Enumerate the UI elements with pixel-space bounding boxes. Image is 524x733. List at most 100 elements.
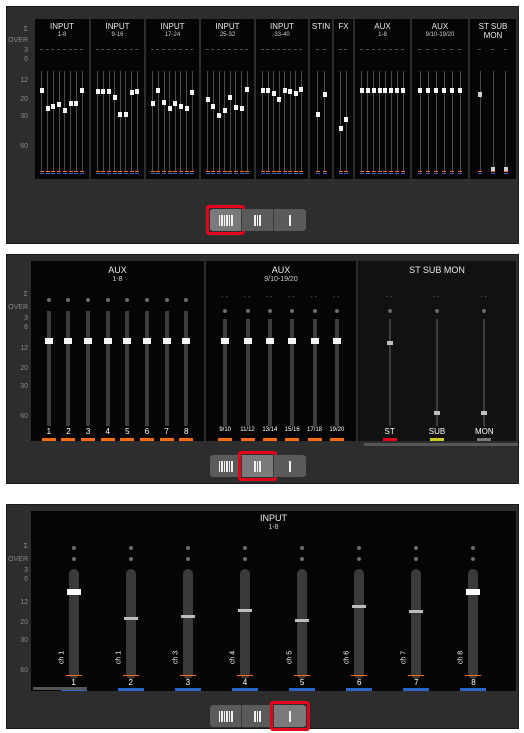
fader-knob[interactable]	[57, 101, 62, 107]
fader-knob[interactable]	[409, 609, 424, 613]
channel-strip[interactable]	[371, 19, 376, 179]
aux-channel-strip[interactable]: 2	[61, 261, 76, 441]
channel-strip[interactable]	[458, 19, 462, 179]
fader-knob[interactable]	[184, 106, 189, 112]
fader-knob[interactable]	[221, 338, 230, 344]
fader-knob[interactable]	[162, 338, 171, 344]
fader-knob[interactable]	[222, 108, 227, 113]
input-channel-strip[interactable]: ch 6 6	[344, 511, 373, 691]
fader-knob[interactable]	[112, 94, 117, 100]
fader-knob[interactable]	[228, 94, 233, 100]
channel-strip[interactable]	[51, 19, 56, 179]
fader-knob[interactable]	[182, 338, 191, 344]
fader-knob[interactable]	[74, 100, 79, 106]
channel-strip[interactable]	[135, 19, 140, 179]
aux-channel-strip[interactable]: 6	[139, 261, 154, 441]
wide-view-button[interactable]	[206, 205, 245, 235]
fader-knob[interactable]	[389, 88, 394, 94]
fader-knob[interactable]	[332, 338, 341, 344]
fader-knob[interactable]	[64, 338, 73, 344]
channel-strip[interactable]	[222, 19, 227, 179]
fader-knob[interactable]	[44, 338, 53, 344]
fader-knob[interactable]	[295, 618, 310, 622]
fader-knob[interactable]	[322, 91, 327, 97]
channel-strip[interactable]	[282, 19, 287, 179]
channel-strip[interactable]	[205, 19, 210, 179]
channel-strip[interactable]	[101, 19, 106, 179]
channel-strip[interactable]	[478, 19, 483, 179]
fader-knob[interactable]	[265, 338, 274, 344]
channel-strip[interactable]	[217, 19, 222, 179]
channel-strip[interactable]	[107, 19, 112, 179]
fader-knob[interactable]	[352, 605, 367, 609]
fader-knob[interactable]	[288, 89, 293, 95]
channel-strip[interactable]	[62, 19, 67, 179]
fader-knob[interactable]	[401, 88, 406, 94]
fader-knob[interactable]	[167, 106, 172, 112]
channel-strip[interactable]	[383, 19, 388, 179]
aux-channel-strip[interactable]: 8	[179, 261, 194, 441]
fader-knob[interactable]	[271, 90, 276, 96]
wide-view-button[interactable]	[210, 705, 242, 727]
single-view-button[interactable]	[274, 209, 306, 231]
fader-knob[interactable]	[478, 91, 483, 97]
channel-strip[interactable]	[150, 19, 155, 179]
channel-strip[interactable]	[129, 19, 134, 179]
fader-knob[interactable]	[211, 104, 216, 110]
channel-strip[interactable]	[233, 19, 238, 179]
channel-strip[interactable]	[68, 19, 73, 179]
channel-strip[interactable]	[299, 19, 304, 179]
fader-knob[interactable]	[129, 90, 134, 95]
fader-knob[interactable]	[359, 88, 364, 94]
channel-strip[interactable]	[450, 19, 454, 179]
channel-strip[interactable]	[395, 19, 400, 179]
channel-strip[interactable]	[190, 19, 195, 179]
channel-strip[interactable]	[74, 19, 79, 179]
aux-channel-strip[interactable]: - -11/12	[240, 261, 255, 441]
fader-knob[interactable]	[315, 111, 320, 117]
aux-channel-strip[interactable]: 3	[81, 261, 96, 441]
fader-knob[interactable]	[123, 111, 128, 117]
fader-knob[interactable]	[426, 88, 430, 94]
input-channel-strip[interactable]: ch 1 2	[115, 511, 144, 691]
aux-channel-strip[interactable]: 7	[159, 261, 174, 441]
input-channel-strip[interactable]: ch 4 4	[229, 511, 258, 691]
fader-knob[interactable]	[299, 87, 304, 93]
channel-strip[interactable]	[112, 19, 117, 179]
channel-strip[interactable]	[178, 19, 183, 179]
fader-knob[interactable]	[481, 411, 488, 415]
fader-knob[interactable]	[277, 97, 282, 103]
fader-knob[interactable]	[458, 88, 462, 94]
fader-knob[interactable]	[68, 100, 73, 106]
channel-strip[interactable]	[211, 19, 216, 179]
channel-strip[interactable]	[365, 19, 370, 179]
fader-knob[interactable]	[371, 88, 376, 94]
fader-knob[interactable]	[95, 89, 100, 95]
fader-knob[interactable]	[288, 338, 297, 344]
fader-knob[interactable]	[237, 608, 252, 612]
channel-strip[interactable]	[260, 19, 265, 179]
fader-knob[interactable]	[243, 338, 252, 344]
channel-strip[interactable]	[118, 19, 123, 179]
medium-view-button[interactable]	[242, 209, 274, 231]
channel-strip[interactable]	[338, 19, 343, 179]
channel-strip[interactable]	[57, 19, 62, 179]
aux-channel-strip[interactable]: - -17/18	[307, 261, 322, 441]
fader-knob[interactable]	[338, 126, 343, 131]
fader-knob[interactable]	[84, 338, 93, 344]
fader-knob[interactable]	[156, 88, 161, 94]
aux-channel-strip[interactable]: - - 19/20	[329, 261, 344, 441]
channel-strip[interactable]	[434, 19, 438, 179]
channel-strip[interactable]	[344, 19, 349, 179]
channel-strip[interactable]	[377, 19, 382, 179]
channel-strip[interactable]	[80, 19, 85, 179]
channel-strip[interactable]	[156, 19, 161, 179]
channel-strip[interactable]	[315, 19, 320, 179]
fader-knob[interactable]	[142, 338, 151, 344]
channel-strip[interactable]	[266, 19, 271, 179]
aux-channel-strip[interactable]: - - MON	[475, 261, 494, 441]
channel-strip[interactable]	[162, 19, 167, 179]
fader-knob[interactable]	[233, 105, 238, 111]
single-view-button[interactable]	[270, 701, 310, 731]
channel-strip[interactable]	[271, 19, 276, 179]
